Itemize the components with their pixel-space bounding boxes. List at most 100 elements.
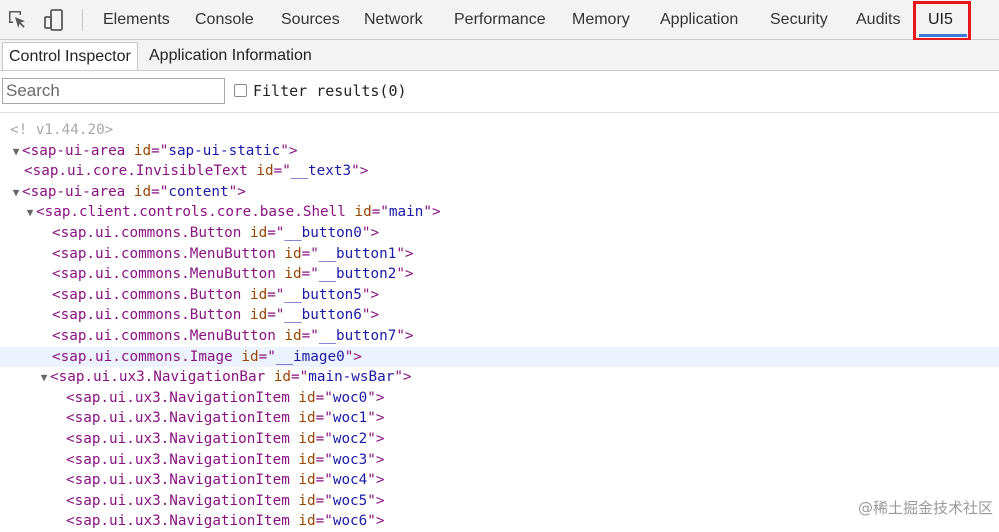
tree-row-tag: sap.ui.ux3.NavigationItem	[74, 492, 290, 509]
tab-elements[interactable]: Elements	[103, 0, 170, 40]
tag-close-bracket: ">	[396, 266, 414, 283]
tab-sources[interactable]: Sources	[281, 0, 340, 40]
device-toggle-icon[interactable]	[42, 8, 66, 32]
tree-row-id: main	[388, 204, 424, 221]
tree-row[interactable]: <sap.ui.ux3.NavigationItem id="woc4">	[0, 470, 999, 491]
tree-row[interactable]: <sap.ui.commons.Button id="__button0">	[0, 223, 999, 244]
tree-row-tag: sap.ui.commons.Button	[60, 286, 242, 303]
tree-row-attr-name: id	[298, 513, 316, 530]
ui5-tab-highlight-box	[913, 1, 971, 41]
tree-row[interactable]: <sap.ui.ux3.NavigationItem id="woc5">	[0, 491, 999, 512]
tree-row[interactable]: <sap.ui.commons.Button id="__button5">	[0, 285, 999, 306]
tab-security[interactable]: Security	[770, 0, 828, 40]
tag-open-bracket: <	[22, 142, 31, 159]
tree-row[interactable]: <sap.ui.commons.Image id="__image0">	[0, 346, 999, 368]
tree-row-id: woc6	[332, 513, 368, 530]
tree-row-attr-name: id	[354, 204, 372, 221]
attr-equals: ="	[315, 513, 333, 530]
tab-console[interactable]: Console	[195, 0, 254, 40]
tree-row[interactable]: <sap.ui.core.InvisibleText id="__text3">	[0, 161, 999, 182]
attr-equals: ="	[267, 307, 285, 324]
tag-close-bracket: ">	[367, 430, 385, 447]
tree-row[interactable]: ▼ <sap-ui-area id="content">	[0, 182, 999, 203]
tag-close-bracket: ">	[351, 163, 369, 180]
toolbar-divider	[82, 9, 83, 31]
tree-row[interactable]: <sap.ui.commons.MenuButton id="__button7…	[0, 326, 999, 347]
tree-row-attr-name: id	[298, 472, 316, 489]
expand-triangle-icon[interactable]: ▼	[10, 183, 22, 204]
tree-row-tag: sap.ui.ux3.NavigationItem	[74, 472, 290, 489]
tab-memory[interactable]: Memory	[572, 0, 630, 40]
tab-network[interactable]: Network	[364, 0, 423, 40]
tree-row[interactable]: <sap.ui.ux3.NavigationItem id="woc2">	[0, 429, 999, 450]
tree-row[interactable]: <sap.ui.ux3.NavigationItem id="woc1">	[0, 408, 999, 429]
attr-equals: ="	[315, 430, 333, 447]
attr-equals: ="	[315, 451, 333, 468]
tag-close-bracket: ">	[367, 389, 385, 406]
tree-row[interactable]: <sap.ui.commons.Button id="__button6">	[0, 305, 999, 326]
tree-row-attr-name: id	[256, 163, 274, 180]
tree-row[interactable]: <sap.ui.commons.MenuButton id="__button1…	[0, 244, 999, 265]
tree-row-tag: sap.ui.core.InvisibleText	[32, 163, 248, 180]
tree-row[interactable]: <sap.ui.ux3.NavigationItem id="woc6">	[0, 511, 999, 532]
tag-open-bracket: <	[66, 410, 75, 427]
tag-open-bracket: <	[66, 492, 75, 509]
tree-row-id: __button0	[284, 224, 362, 241]
filter-results-checkbox[interactable]	[234, 84, 247, 97]
tree-row-attr-name: id	[241, 348, 259, 365]
attr-equals: ="	[151, 183, 169, 200]
tag-close-bracket: ">	[367, 451, 385, 468]
tree-row-id: woc4	[332, 472, 368, 489]
tree-row[interactable]: ▼ <sap.ui.ux3.NavigationBar id="main-wsBa…	[0, 367, 999, 388]
search-input[interactable]	[2, 78, 225, 104]
control-tree: <! v1.44.20> ▼ <sap-ui-area id="sap-ui-st…	[0, 120, 999, 532]
tree-row[interactable]: <sap.ui.ux3.NavigationItem id="woc3">	[0, 450, 999, 471]
tree-row[interactable]: <sap.ui.commons.MenuButton id="__button2…	[0, 264, 999, 285]
tab-application[interactable]: Application	[660, 0, 738, 40]
tree-row-id: main-wsBar	[308, 369, 395, 386]
tree-row[interactable]: <sap.ui.ux3.NavigationItem id="woc0">	[0, 388, 999, 409]
tree-row-tag: sap.ui.commons.Button	[60, 224, 242, 241]
tag-close-bracket: ">	[228, 183, 246, 200]
tag-close-bracket: ">	[394, 369, 412, 386]
filter-results-label: Filter results(0)	[253, 82, 407, 100]
expand-triangle-icon[interactable]: ▼	[38, 368, 50, 389]
tree-row-tag: sap.ui.ux3.NavigationItem	[74, 410, 290, 427]
tag-open-bracket: <	[52, 245, 61, 262]
tree-row-id: woc5	[332, 492, 368, 509]
tag-open-bracket: <	[36, 204, 45, 221]
tree-row[interactable]: ▼ <sap.client.controls.core.base.Shell id…	[0, 202, 999, 223]
attr-equals: ="	[267, 286, 285, 303]
tree-row-attr-name: id	[284, 327, 302, 344]
tag-close-bracket: ">	[367, 410, 385, 427]
tree-row-attr-name: id	[298, 492, 316, 509]
tree-row-id: woc0	[332, 389, 368, 406]
attr-equals: ="	[315, 472, 333, 489]
tag-close-bracket: ">	[361, 224, 380, 241]
tag-open-bracket: <	[66, 513, 75, 530]
tag-open-bracket: <	[66, 472, 75, 489]
tree-row-attr-name: id	[249, 286, 268, 303]
inspect-element-icon[interactable]	[6, 8, 30, 32]
ui5-subtab-bar: Control Inspector Application Informatio…	[0, 40, 999, 71]
version-comment-text: <! v1.44.20>	[10, 122, 114, 138]
tag-close-bracket: ">	[367, 513, 385, 530]
tree-row-tag: sap.ui.ux3.NavigationBar	[58, 369, 266, 386]
tree-row-tag: sap.ui.commons.MenuButton	[60, 266, 276, 283]
tree-row-id: woc2	[332, 430, 368, 447]
expand-triangle-icon[interactable]: ▼	[24, 203, 36, 224]
tree-row-id: __button6	[284, 307, 362, 324]
tree-row-tag: sap.ui.ux3.NavigationItem	[74, 389, 290, 406]
tree-row[interactable]: ▼ <sap-ui-area id="sap-ui-static">	[0, 141, 999, 162]
attr-equals: ="	[301, 266, 319, 283]
tree-row-attr-name: id	[284, 266, 302, 283]
subtab-control-inspector[interactable]: Control Inspector	[2, 42, 138, 70]
expand-triangle-icon[interactable]: ▼	[10, 142, 22, 163]
attr-equals: ="	[315, 410, 333, 427]
tree-row-id: woc3	[332, 451, 368, 468]
tag-open-bracket: <	[50, 369, 59, 386]
subtab-application-information[interactable]: Application Information	[143, 42, 318, 70]
tab-performance[interactable]: Performance	[454, 0, 546, 40]
tab-audits[interactable]: Audits	[856, 0, 900, 40]
tag-open-bracket: <	[52, 286, 61, 303]
